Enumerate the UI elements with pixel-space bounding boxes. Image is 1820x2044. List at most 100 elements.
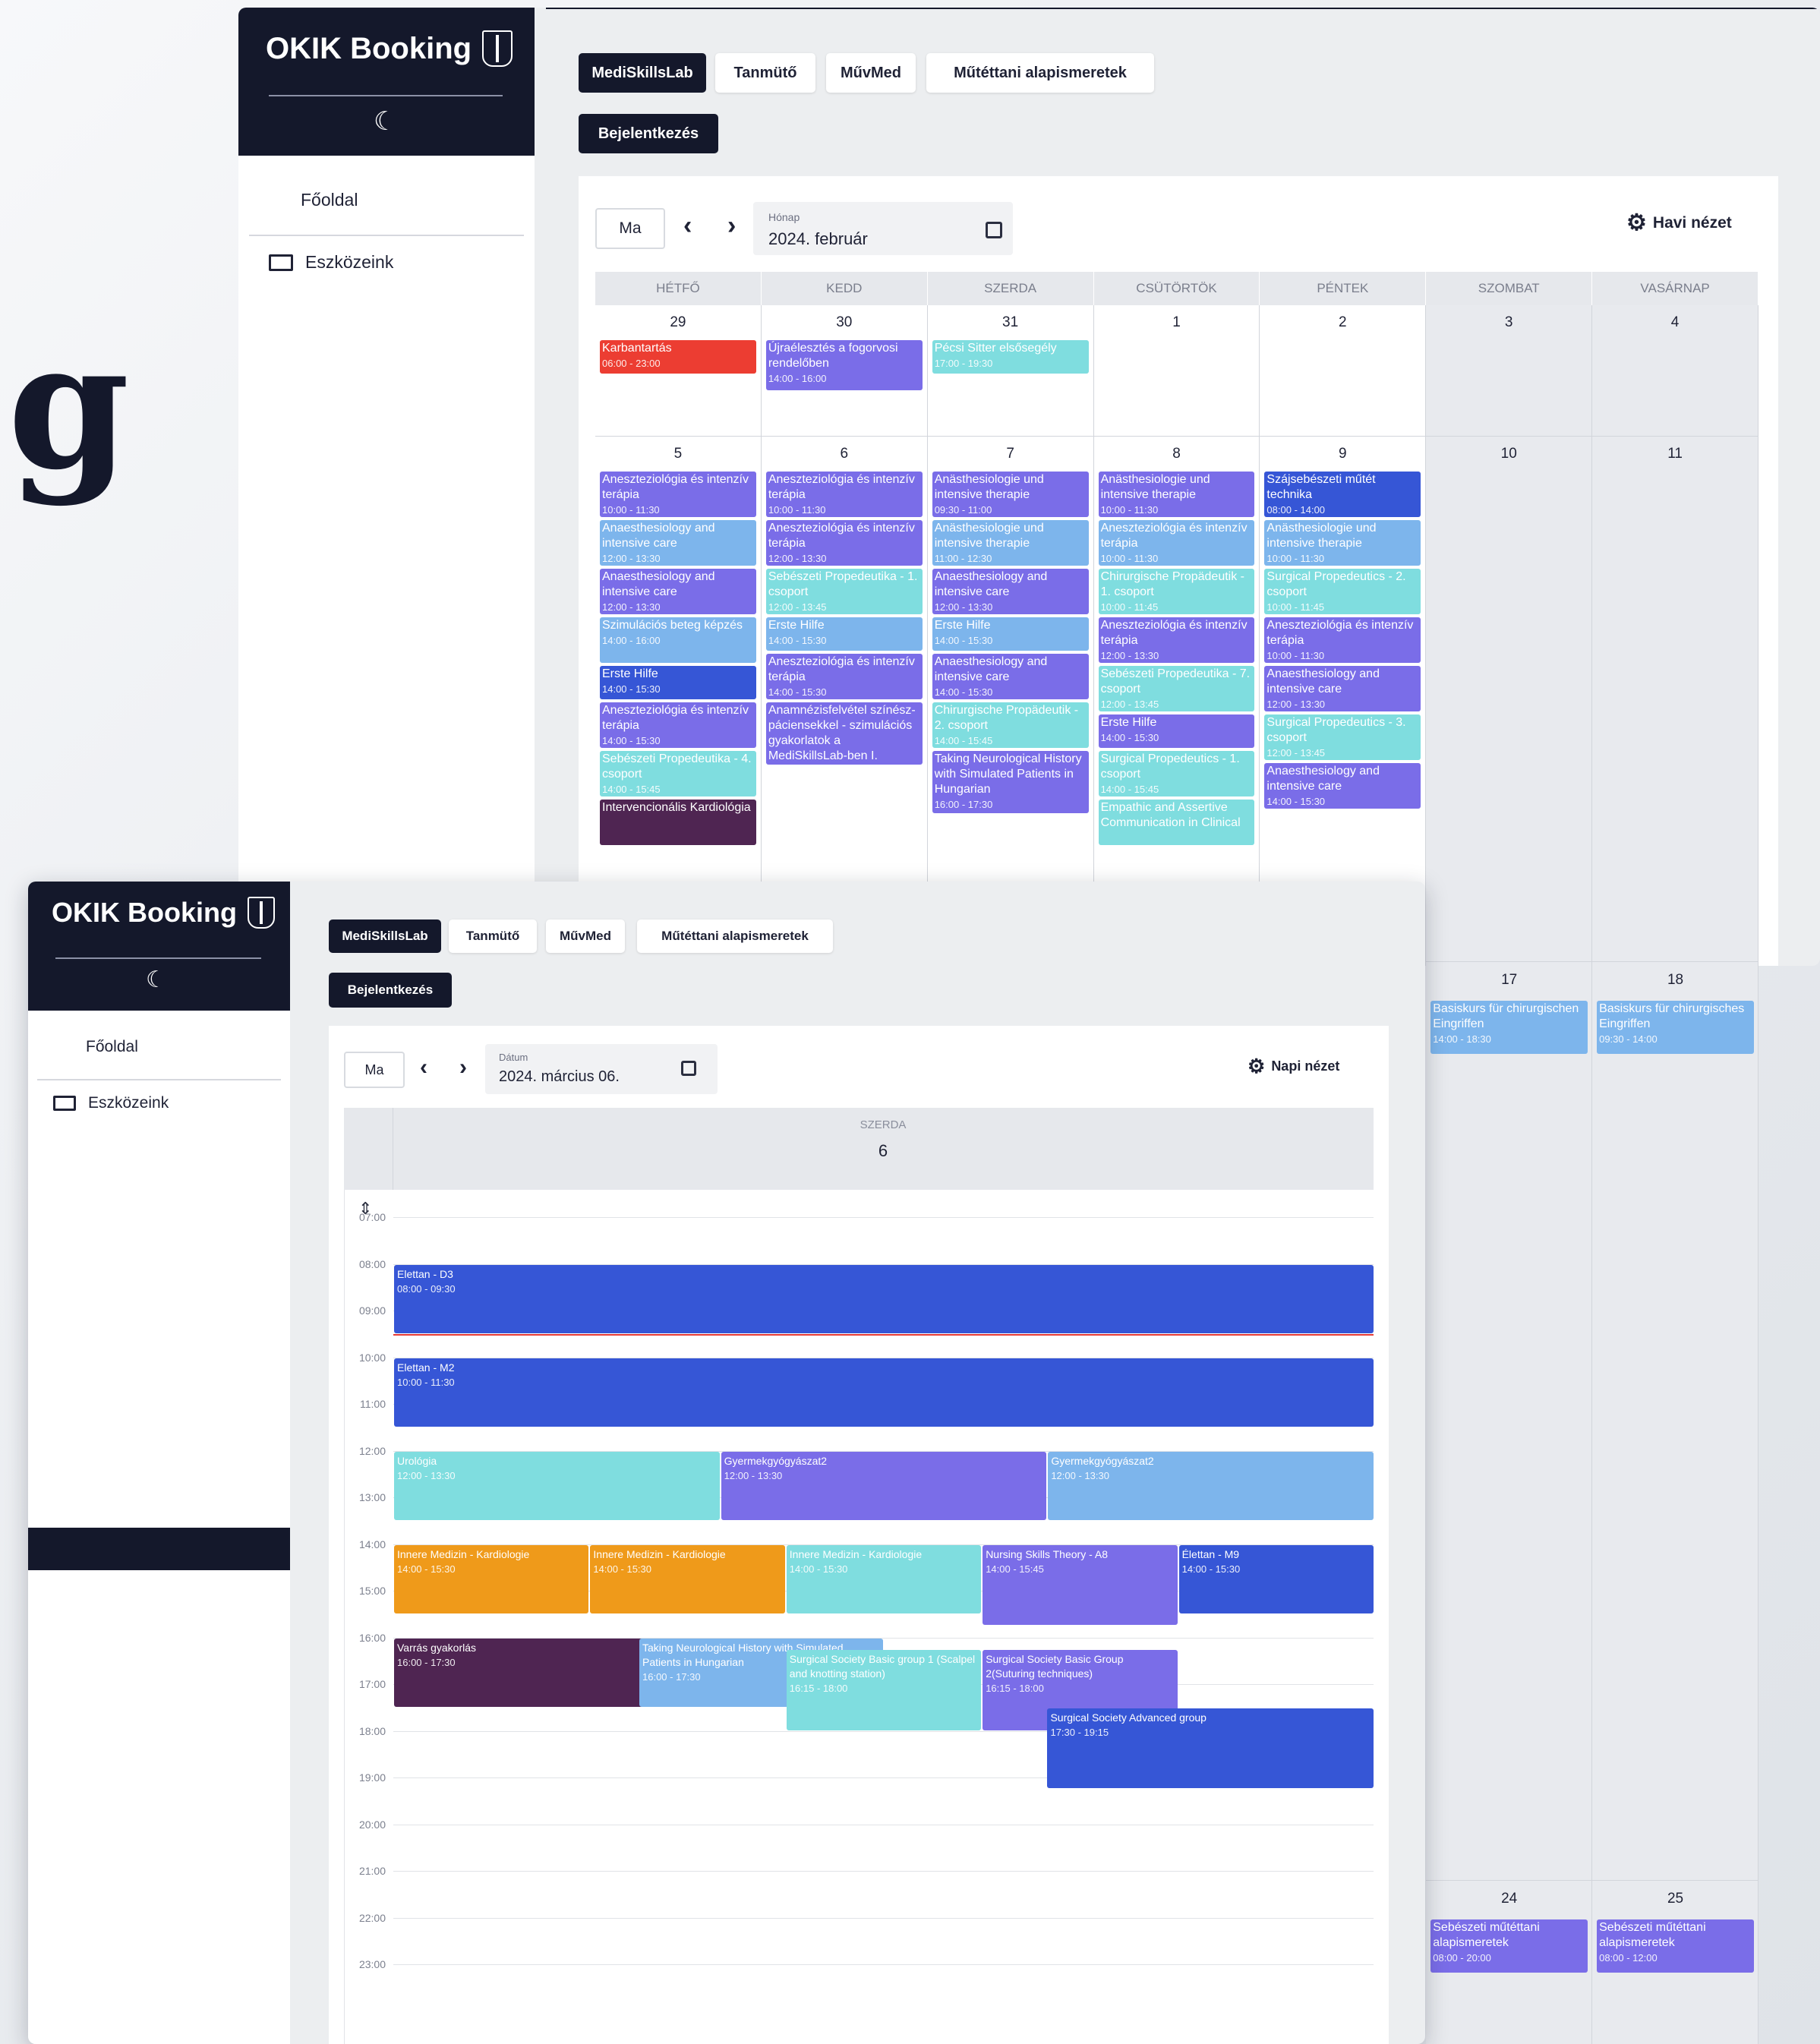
tab-mediskillslab[interactable]: MediSkillsLab (329, 919, 441, 953)
today-button[interactable]: Ma (344, 1052, 405, 1088)
calendar-event[interactable]: Anaesthesiology and intensive care 12:00 … (932, 569, 1089, 614)
calendar-event[interactable]: Anaesthesiology and intensive care 12:00 … (600, 520, 756, 566)
calendar-event[interactable]: Taking Neurological History with Simulat… (932, 751, 1089, 813)
calendar-event[interactable]: Empathic and Assertive Communication in … (1098, 800, 1255, 845)
calendar-event[interactable]: Anaesthesiology and intensive care 14:00 … (932, 654, 1089, 699)
calendar-event[interactable]: Basiskurs für chirurgischen Eingriffen 14… (1430, 1001, 1588, 1054)
month-view-toggle[interactable]: ⚙ Havi nézet (1626, 210, 1732, 236)
event-time: 16:15 - 18:00 (789, 1682, 848, 1694)
calendar-event[interactable]: Karbantartás 06:00 - 23:00 (600, 340, 756, 374)
calendar-event[interactable]: Aneszteziológia és intenzív terápia 10:00… (1098, 520, 1255, 566)
calendar-event[interactable]: Szimulációs beteg képzés 14:00 - 16:00 (600, 617, 756, 663)
date-picker[interactable]: Dátum 2024. március 06. (485, 1044, 718, 1094)
next-button[interactable]: › (727, 211, 736, 241)
day-cell[interactable]: 31 Pécsi Sitter elsősegély 17:00 - 19:30 (927, 305, 1094, 437)
prev-button[interactable]: ‹ (420, 1055, 427, 1080)
tab-mediskillslab[interactable]: MediSkillsLab (579, 53, 706, 93)
nav-item-devices[interactable]: Eszközeink (53, 1094, 169, 1112)
day-cell[interactable]: 2 (1260, 305, 1427, 437)
calendar-event[interactable]: Sebészeti műtéttani alapismeretek 08:00 -… (1597, 1919, 1754, 1973)
tab-mutettani[interactable]: Műtéttani alapismeretek (926, 53, 1154, 93)
day-cell[interactable]: 4 (1592, 305, 1758, 437)
tab-tanmuto[interactable]: Tanmütő (449, 919, 537, 953)
tab-tanmuto[interactable]: Tanmütő (715, 53, 815, 93)
tab-mutettani[interactable]: Műtéttani alapismeretek (637, 919, 833, 953)
nav-divider (249, 235, 524, 236)
calendar-event[interactable]: Pécsi Sitter elsősegély 17:00 - 19:30 (932, 340, 1089, 374)
calendar-event[interactable]: Anästhesiologie und intensive therapie 10… (1098, 472, 1255, 517)
calendar-icon[interactable] (681, 1061, 696, 1076)
calendar-event[interactable]: Erste Hilfe 14:00 - 15:30 (600, 666, 756, 699)
next-button[interactable]: › (459, 1055, 467, 1080)
calendar-event[interactable]: Erste Hilfe 14:00 - 15:30 (1098, 714, 1255, 748)
nav-item-home[interactable]: Főoldal (269, 190, 358, 210)
calendar-event[interactable]: Nursing Skills Theory - A8 14:00 - 15:45 (983, 1544, 1178, 1626)
day-cell[interactable]: 3 (1426, 305, 1593, 437)
calendar-event[interactable]: Surgical Propedeutics - 2. csoport 10:00 … (1264, 569, 1421, 614)
calendar-event[interactable]: Anaesthesiology and intensive care 12:00 … (600, 569, 756, 614)
event-title: Aneszteziológia és intenzív terápia (1266, 619, 1414, 647)
calendar-event[interactable]: Surgical Society Advanced group 17:30 - 1… (1047, 1708, 1374, 1789)
calendar-event[interactable]: Erste Hilfe 14:00 - 15:30 (765, 617, 923, 651)
day-cell[interactable]: 1 (1093, 305, 1260, 437)
nav-item-devices[interactable]: Eszközeink (269, 252, 393, 273)
dark-mode-moon-icon[interactable]: ☾ (374, 106, 396, 137)
day-cell[interactable]: 30 Újraélesztés a fogorvosi rendelőben 14:… (761, 305, 928, 437)
calendar-event[interactable]: Surgical Society Basic group 1 (Scalpel … (786, 1649, 982, 1730)
prev-button[interactable]: ‹ (683, 211, 692, 241)
calendar-event[interactable]: Sebészeti Propedeutika - 1. csoport 12:00… (765, 569, 923, 614)
calendar-event[interactable]: Sebészeti Propedeutika - 7. csoport 12:00… (1098, 666, 1255, 711)
day-cell[interactable]: 11 (1592, 437, 1758, 966)
calendar-event[interactable]: Innere Medizin - Kardiologie 14:00 - 15:3… (590, 1544, 785, 1613)
calendar-event[interactable]: Szájsebészeti műtét technika 08:00 - 14:0… (1264, 472, 1421, 517)
calendar-event[interactable]: Élettan - M9 14:00 - 15:30 (1178, 1544, 1374, 1613)
calendar-event[interactable]: Aneszteziológia és intenzív terápia 12:00… (1098, 617, 1255, 663)
brand-title[interactable]: OKIK Booking (266, 30, 513, 67)
brand-title[interactable]: OKIK Booking (52, 897, 275, 929)
calendar-event[interactable]: Sebészeti műtéttani alapismeretek 08:00 -… (1430, 1919, 1588, 1973)
calendar-event[interactable]: Innere Medizin - Kardiologie 14:00 - 15:3… (394, 1544, 589, 1613)
calendar-event[interactable]: Chirurgische Propädeutik - 1. csoport 10:… (1098, 569, 1255, 614)
day-number: 4 (1670, 314, 1680, 330)
calendar-event[interactable]: Surgical Propedeutics - 1. csoport 14:00 … (1098, 751, 1255, 796)
calendar-event[interactable]: Aneszteziológia és intenzív terápia 14:00… (765, 654, 923, 699)
tab-muvmed[interactable]: MűvMed (826, 53, 916, 93)
day-cell[interactable]: 29 Karbantartás 06:00 - 23:00 (595, 305, 762, 437)
crest-icon (247, 897, 275, 929)
calendar-event[interactable]: Urológia 12:00 - 13:30 (394, 1451, 720, 1520)
event-time: 12:00 - 13:45 (768, 601, 827, 613)
calendar-event[interactable]: Anamnézisfelvétel színész-páciensekkel -… (765, 702, 923, 765)
calendar-event[interactable]: Intervencionális Kardiológia (600, 800, 756, 845)
calendar-event[interactable]: Chirurgische Propädeutik - 2. csoport 14:… (932, 702, 1089, 748)
login-button[interactable]: Bejelentkezés (579, 114, 718, 153)
calendar-event[interactable]: Gyermekgyógyászat2 12:00 - 13:30 (721, 1451, 1047, 1520)
calendar-event[interactable]: Anästhesiologie und intensive therapie 10… (1264, 520, 1421, 566)
today-button[interactable]: Ma (595, 208, 665, 249)
calendar-event[interactable]: Elettan - M2 10:00 - 11:30 (394, 1358, 1374, 1427)
calendar-event[interactable]: Gyermekgyógyászat2 12:00 - 13:30 (1048, 1451, 1374, 1520)
calendar-event[interactable]: Aneszteziológia és intenzív terápia 10:00… (1264, 617, 1421, 663)
calendar-event[interactable]: Újraélesztés a fogorvosi rendelőben 14:00… (765, 340, 923, 390)
calendar-event[interactable]: Aneszteziológia és intenzív terápia 12:00… (765, 520, 923, 566)
calendar-event[interactable]: Anästhesiologie und intensive therapie 09… (932, 472, 1089, 517)
tab-muvmed[interactable]: MűvMed (546, 919, 625, 953)
dark-mode-moon-icon[interactable]: ☾ (146, 967, 166, 993)
calendar-event[interactable]: Sebészeti Propedeutika - 4. csoport 14:00… (600, 751, 756, 796)
day-view-toggle[interactable]: ⚙ Napi nézet (1248, 1055, 1339, 1078)
nav-item-home[interactable]: Főoldal (55, 1038, 138, 1056)
calendar-event[interactable]: Elettan - D3 08:00 - 09:30 (394, 1264, 1374, 1333)
calendar-event[interactable]: Anaesthesiology and intensive care 14:00 … (1264, 763, 1421, 809)
calendar-event[interactable]: Basiskurs für chirurgisches Eingriffen 09… (1597, 1001, 1754, 1054)
calendar-event[interactable]: Aneszteziológia és intenzív terápia 10:00… (765, 472, 923, 517)
calendar-event[interactable]: Anaesthesiology and intensive care 12:00 … (1264, 666, 1421, 711)
calendar-event[interactable]: Anästhesiologie und intensive therapie 11… (932, 520, 1089, 566)
calendar-event[interactable]: Aneszteziológia és intenzív terápia 14:00… (600, 702, 756, 748)
calendar-event[interactable]: Erste Hilfe 14:00 - 15:30 (932, 617, 1089, 651)
login-button[interactable]: Bejelentkezés (329, 973, 452, 1008)
calendar-icon[interactable] (986, 222, 1002, 238)
calendar-event[interactable]: Surgical Propedeutics - 3. csoport 12:00 … (1264, 714, 1421, 760)
day-cell[interactable]: 10 (1426, 437, 1593, 966)
calendar-event[interactable]: Aneszteziológia és intenzív terápia 10:00… (600, 472, 756, 517)
calendar-event[interactable]: Innere Medizin - Kardiologie 14:00 - 15:3… (786, 1544, 982, 1613)
month-picker[interactable]: Hónap 2024. február (753, 202, 1013, 255)
